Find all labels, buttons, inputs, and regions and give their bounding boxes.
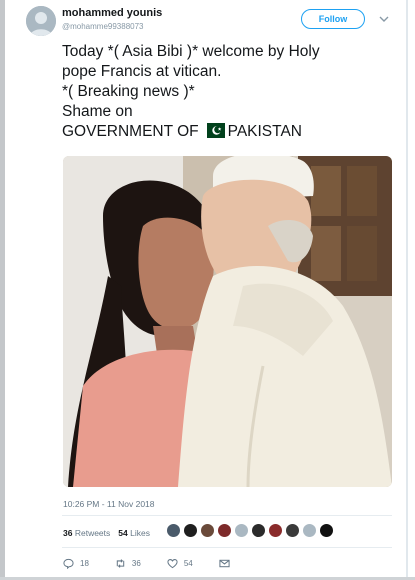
- tweet-text-line-with-flag: GOVERNMENT OF PAKISTAN: [62, 122, 392, 142]
- left-edge-border: [0, 0, 5, 580]
- chevron-down-icon: [379, 16, 389, 22]
- direct-message-button[interactable]: [219, 558, 230, 569]
- liker-avatar[interactable]: [200, 523, 215, 538]
- follow-button[interactable]: Follow: [301, 9, 365, 29]
- right-edge-border: [406, 0, 408, 580]
- liker-avatar[interactable]: [217, 523, 232, 538]
- retweets-count: 36: [63, 528, 73, 538]
- photo-illustration: [63, 156, 392, 487]
- liker-avatar[interactable]: [319, 523, 334, 538]
- tweet-text-line: Shame on: [62, 103, 133, 120]
- reply-count: 18: [80, 559, 89, 568]
- retweet-icon: [116, 559, 125, 568]
- reply-icon: [63, 558, 74, 569]
- tweet-menu-button[interactable]: [376, 12, 392, 26]
- tweet-actions: 18 36 54: [63, 558, 256, 569]
- divider: [62, 547, 392, 548]
- tweet-stats: 36 Retweets 54 Likes: [63, 528, 150, 538]
- retweets-stat[interactable]: 36 Retweets: [63, 528, 110, 538]
- pakistan-flag-icon: [200, 123, 225, 138]
- heart-icon: [167, 559, 178, 569]
- tweet-text-line: Today *( Asia Bibi )* welcome by Holy: [62, 43, 320, 60]
- liker-avatar[interactable]: [268, 523, 283, 538]
- avatar[interactable]: [26, 6, 56, 36]
- likes-label: Likes: [130, 528, 150, 538]
- tweet-photo[interactable]: [63, 156, 392, 487]
- tweet-timestamp[interactable]: 10:26 PM - 11 Nov 2018: [63, 499, 155, 509]
- tweet-text-government: GOVERNMENT OF: [62, 123, 199, 140]
- reply-button[interactable]: 18: [63, 558, 89, 569]
- likes-stat[interactable]: 54 Likes: [118, 528, 150, 538]
- author-handle[interactable]: @mohamme99388073: [62, 22, 144, 31]
- like-button[interactable]: 54: [167, 558, 193, 569]
- liker-avatar[interactable]: [251, 523, 266, 538]
- tweet-text: Today *( Asia Bibi )* welcome by Holy po…: [62, 42, 392, 142]
- tweet-screenshot: mohammed younis @mohamme99388073 Follow …: [0, 0, 415, 580]
- retweets-label: Retweets: [74, 528, 111, 538]
- tweet-text-pakistan: PAKISTAN: [227, 123, 302, 140]
- liker-avatar[interactable]: [285, 523, 300, 538]
- retweet-button[interactable]: 36: [115, 558, 141, 569]
- author-name[interactable]: mohammed younis: [62, 7, 162, 19]
- liker-avatar[interactable]: [234, 523, 249, 538]
- default-avatar-icon: [26, 6, 56, 36]
- like-count: 54: [183, 559, 193, 568]
- divider: [62, 515, 392, 516]
- tweet-text-line: pope Francis at vitican.: [62, 63, 222, 80]
- likers-avatars: [166, 523, 334, 538]
- liker-avatar[interactable]: [302, 523, 317, 538]
- liker-avatar[interactable]: [166, 523, 181, 538]
- liker-avatar[interactable]: [183, 523, 198, 538]
- tweet-text-line: *( Breaking news )*: [62, 83, 195, 100]
- likes-count: 54: [118, 528, 128, 538]
- retweet-count: 36: [131, 559, 141, 568]
- envelope-icon: [219, 559, 230, 568]
